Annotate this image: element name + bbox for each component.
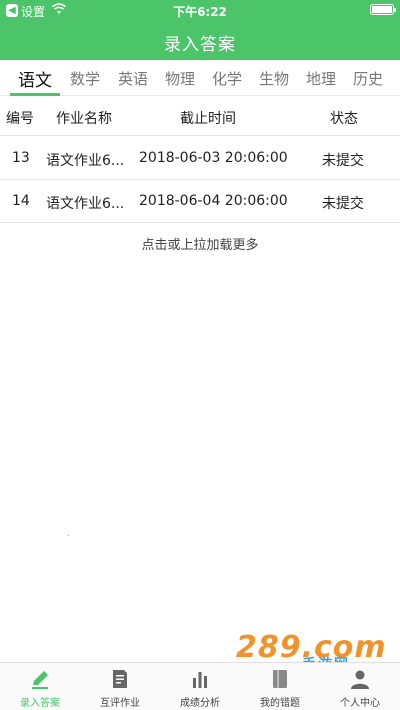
- table-row[interactable]: 14 语文作业6... 2018-06-04 20:06:00 未提交: [0, 180, 400, 223]
- notebook-icon: [273, 670, 287, 688]
- header: ◀ 设置 下午6:22 录入答案: [0, 0, 400, 60]
- load-more-button[interactable]: 点击或上拉加载更多: [0, 234, 400, 253]
- nav-item-personal-center[interactable]: 个人中心: [320, 663, 400, 710]
- pencil-icon: [32, 671, 48, 689]
- column-header-name: 作业名称: [56, 111, 112, 127]
- stray-dot: [68, 535, 69, 536]
- battery-icon: [370, 4, 396, 15]
- column-header-deadline: 截止时间: [180, 111, 236, 127]
- tab-history[interactable]: 历史: [353, 68, 383, 89]
- active-tab-indicator: [10, 93, 60, 96]
- tab-biology[interactable]: 生物: [259, 68, 289, 89]
- bar-chart-icon: [193, 672, 207, 688]
- person-icon: [351, 670, 369, 689]
- row-name: 语文作业6...: [46, 196, 125, 212]
- column-header-status: 状态: [330, 111, 358, 127]
- nav-label: 我的错题: [260, 698, 300, 709]
- tab-chemistry[interactable]: 化学: [212, 68, 242, 89]
- table-header: 编号 作业名称 截止时间 状态: [0, 98, 400, 136]
- row-status: 未提交: [322, 196, 364, 212]
- nav-label: 录入答案: [20, 698, 60, 709]
- row-status: 未提交: [322, 153, 364, 169]
- status-bar: ◀ 设置 下午6:22: [0, 0, 400, 22]
- app-screen: ◀ 设置 下午6:22 录入答案 语文 数学 英语 物理 化学 生物 地理 历史…: [0, 0, 400, 710]
- bottom-nav: 录入答案 互评作业 成绩分析 我的错题 个人中心: [0, 662, 400, 710]
- nav-item-enter-answers[interactable]: 录入答案: [0, 663, 80, 710]
- tab-chinese[interactable]: 语文: [18, 66, 52, 91]
- nav-item-peer-review[interactable]: 互评作业: [80, 663, 160, 710]
- row-no: 13: [12, 150, 30, 166]
- nav-label: 互评作业: [100, 698, 140, 709]
- document-icon: [113, 670, 127, 688]
- tab-english[interactable]: 英语: [118, 68, 148, 89]
- nav-label: 个人中心: [340, 698, 380, 709]
- tab-math[interactable]: 数学: [70, 68, 100, 89]
- subject-tabs: 语文 数学 英语 物理 化学 生物 地理 历史: [0, 62, 400, 96]
- nav-item-wrong-questions[interactable]: 我的错题: [240, 663, 320, 710]
- tab-physics[interactable]: 物理: [165, 68, 195, 89]
- table-row[interactable]: 13 语文作业6... 2018-06-03 20:06:00 未提交: [0, 137, 400, 180]
- row-name: 语文作业6...: [46, 153, 125, 169]
- row-no: 14: [12, 193, 30, 209]
- row-deadline: 2018-06-03 20:06:00: [139, 150, 288, 166]
- row-deadline: 2018-06-04 20:06:00: [139, 193, 288, 209]
- status-time: 下午6:22: [173, 5, 227, 19]
- tab-geography[interactable]: 地理: [306, 68, 336, 89]
- column-header-no: 编号: [6, 111, 34, 127]
- page-title: 录入答案: [164, 35, 236, 55]
- nav-label: 成绩分析: [180, 698, 220, 709]
- nav-item-score-analysis[interactable]: 成绩分析: [160, 663, 240, 710]
